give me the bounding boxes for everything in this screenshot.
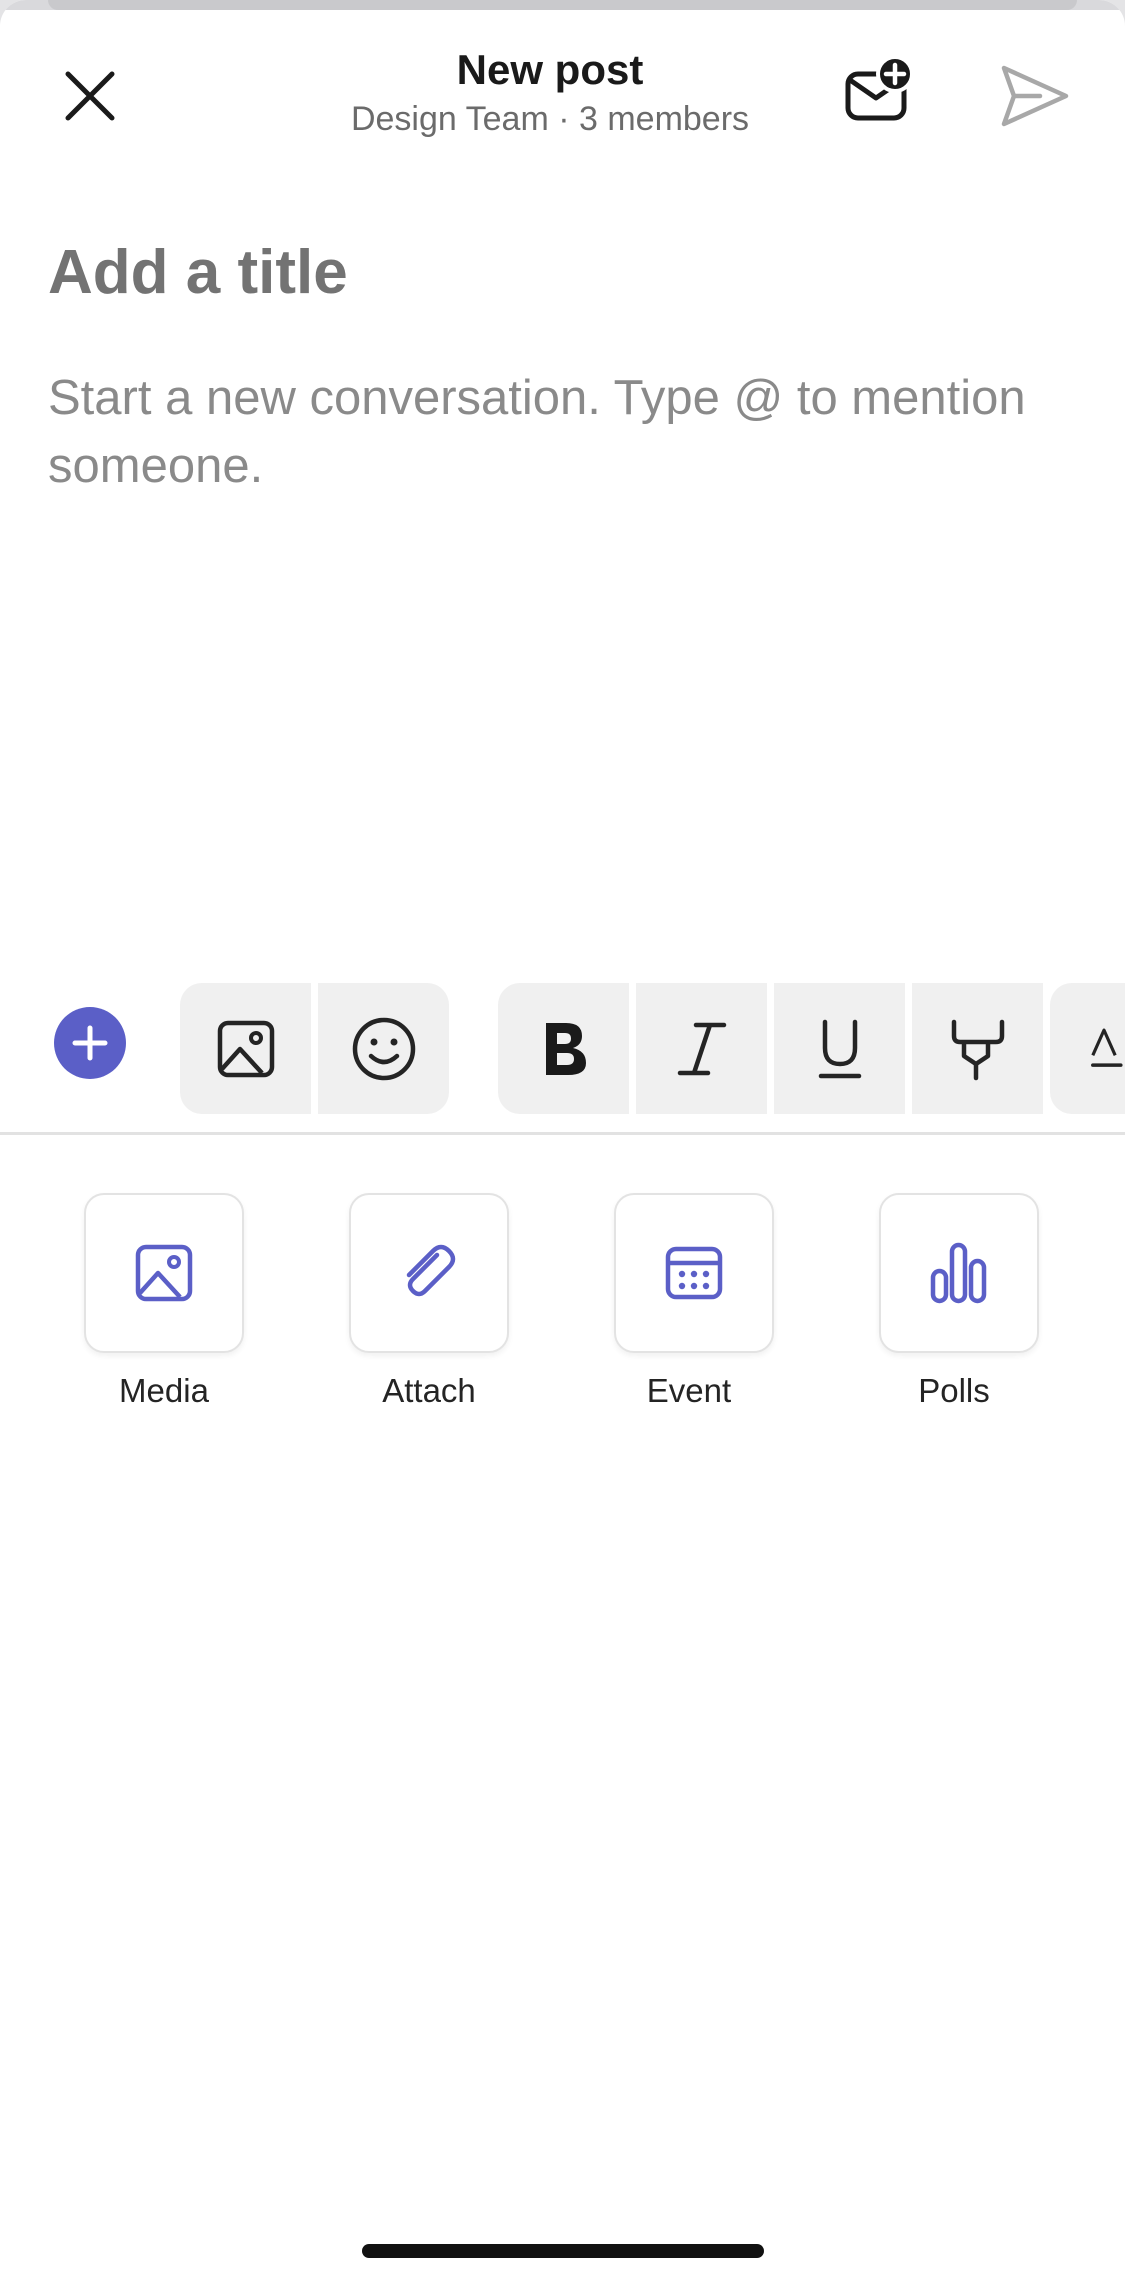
font-color-icon	[1091, 1028, 1123, 1067]
polls-button[interactable]	[879, 1193, 1039, 1353]
send-button[interactable]	[996, 58, 1072, 134]
image-icon	[135, 1244, 193, 1302]
message-body-input[interactable]	[48, 364, 1088, 604]
attach-label: Attach	[382, 1372, 476, 1409]
paperclip-icon	[406, 1244, 456, 1297]
close-button[interactable]	[56, 62, 124, 130]
polls-label: Polls	[918, 1372, 990, 1409]
attach-button[interactable]	[349, 1193, 509, 1353]
font-color-button[interactable]	[1050, 983, 1125, 1114]
media-button[interactable]	[84, 1193, 244, 1353]
home-indicator[interactable]	[362, 2244, 764, 2258]
close-icon	[65, 71, 115, 121]
send-icon	[1001, 65, 1069, 127]
emoji-icon	[352, 1017, 415, 1080]
bold-icon	[545, 1022, 586, 1075]
event-label: Event	[646, 1372, 732, 1409]
italic-button[interactable]	[636, 983, 767, 1114]
add-icon	[72, 1025, 108, 1061]
add-content-button[interactable]	[54, 1007, 126, 1079]
highlight-icon	[951, 1019, 1004, 1080]
emoji-button[interactable]	[318, 983, 449, 1114]
sheet-backdrop	[0, 0, 1125, 10]
italic-icon	[677, 1022, 726, 1075]
bold-button[interactable]	[498, 983, 629, 1114]
underline-button[interactable]	[774, 983, 905, 1114]
title-input[interactable]	[48, 232, 1078, 312]
insert-image-button[interactable]	[180, 983, 311, 1114]
new-post-sheet: New post Design Team · 3 members Add a t…	[0, 0, 1125, 2284]
underline-icon	[818, 1019, 861, 1078]
page-title: New post	[456, 46, 644, 93]
image-icon	[217, 1020, 274, 1077]
toolbar-divider	[0, 1132, 1125, 1135]
team-subtitle: Design Team · 3 members	[350, 100, 750, 138]
highlight-button[interactable]	[912, 983, 1043, 1114]
event-button[interactable]	[614, 1193, 774, 1353]
new-mail-button[interactable]	[840, 54, 920, 134]
media-label: Media	[119, 1372, 209, 1409]
calendar-icon	[665, 1246, 723, 1300]
new-mail-icon	[845, 55, 914, 121]
poll-icon	[930, 1242, 987, 1304]
